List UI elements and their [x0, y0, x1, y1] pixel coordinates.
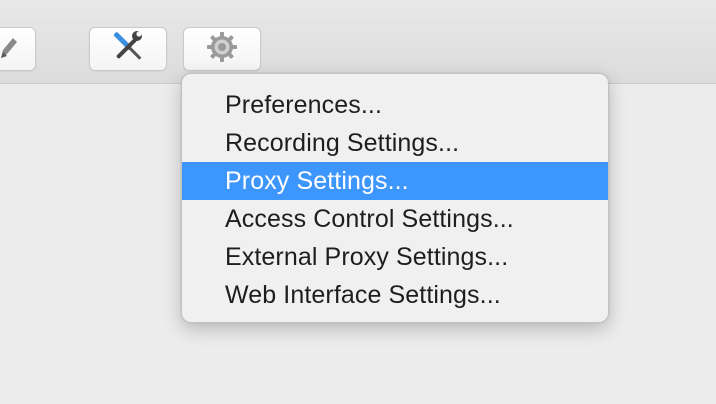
menu-item-web-interface-settings[interactable]: Web Interface Settings...	[182, 276, 608, 314]
menu-item-proxy-settings[interactable]: Proxy Settings...	[182, 162, 608, 200]
tools-icon	[111, 30, 145, 69]
settings-dropdown-menu: Preferences... Recording Settings... Pro…	[181, 73, 609, 323]
tools-button[interactable]	[89, 27, 167, 71]
toolbar	[0, 0, 716, 84]
menu-item-preferences[interactable]: Preferences...	[182, 86, 608, 124]
menu-item-external-proxy-settings[interactable]: External Proxy Settings...	[182, 238, 608, 276]
menu-item-recording-settings[interactable]: Recording Settings...	[182, 124, 608, 162]
settings-button[interactable]	[183, 27, 261, 71]
pencil-icon	[0, 36, 19, 65]
menu-item-access-control-settings[interactable]: Access Control Settings...	[182, 200, 608, 238]
gear-icon	[206, 31, 238, 68]
pencil-button[interactable]	[0, 27, 36, 71]
